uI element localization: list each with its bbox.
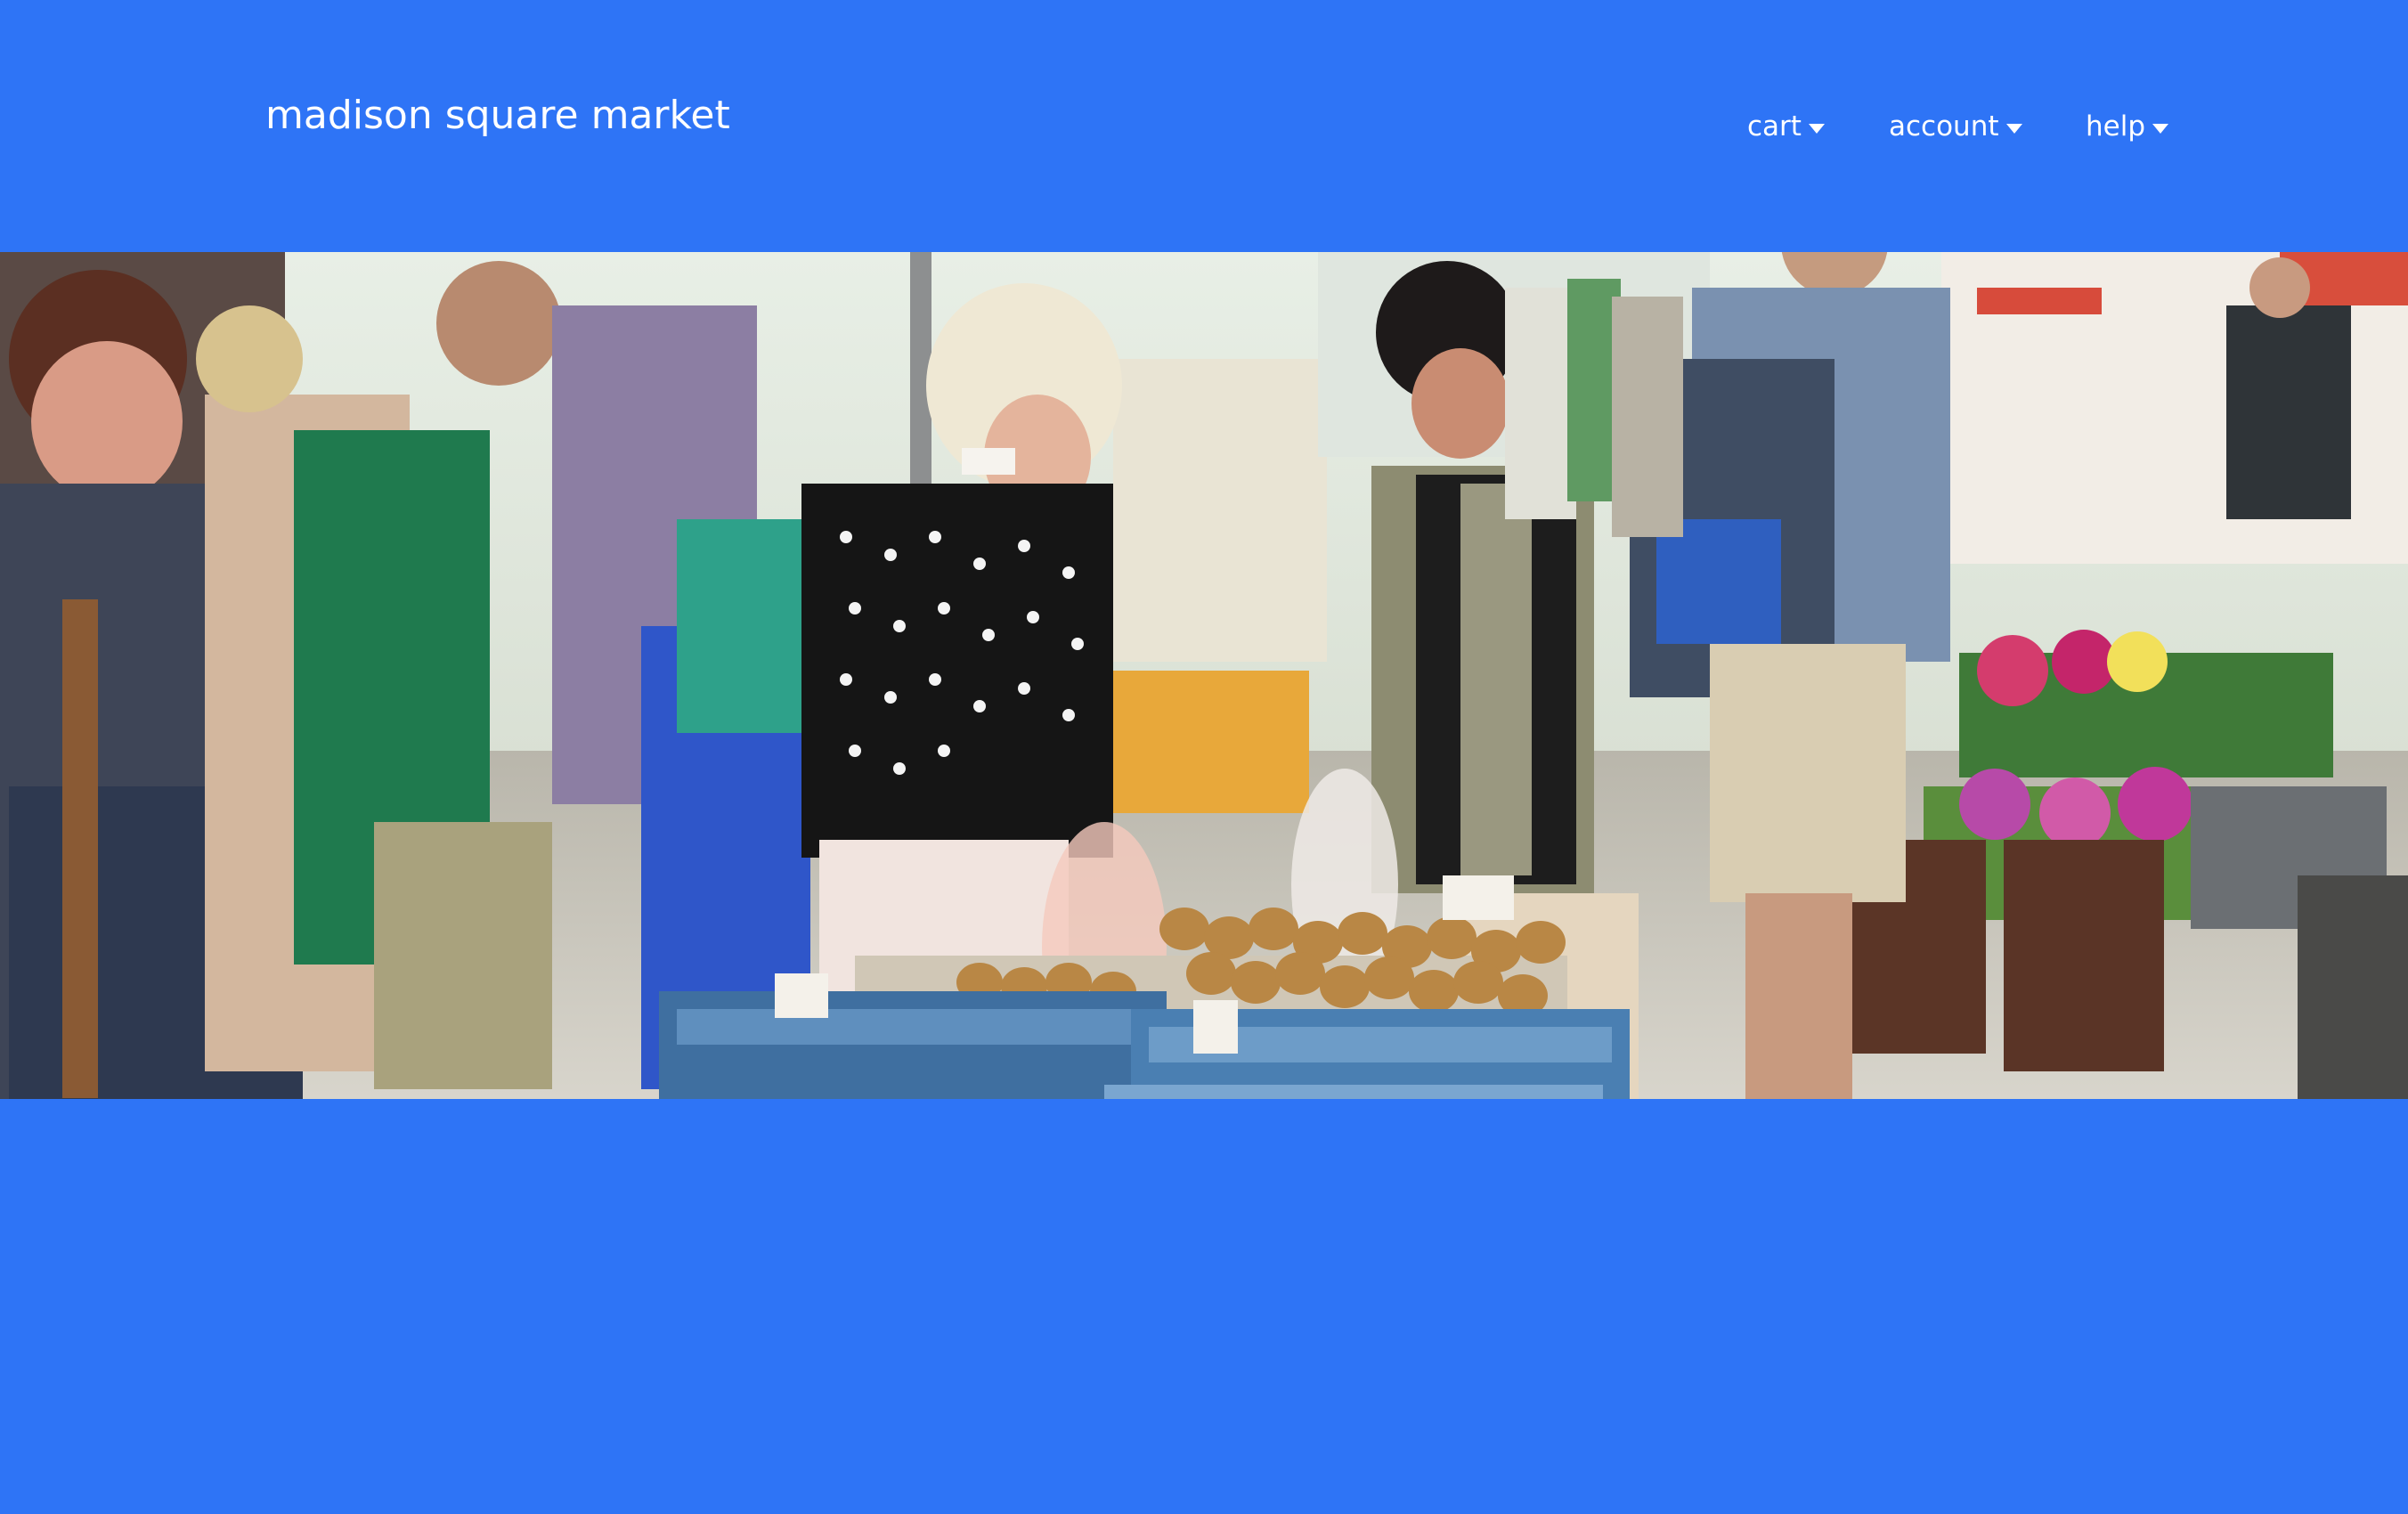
- nav-help-label: help: [2086, 110, 2146, 142]
- nav-help-dropdown[interactable]: help: [2086, 98, 2169, 155]
- nav-account-dropdown[interactable]: account: [1889, 98, 2022, 155]
- nav-cart-dropdown[interactable]: cart: [1747, 98, 1825, 155]
- page-background: [0, 1099, 2408, 1514]
- market-photo: [0, 252, 2408, 1099]
- caret-down-icon: [2005, 123, 2022, 134]
- site-title[interactable]: madison square market: [265, 87, 730, 144]
- hero-image: [0, 252, 2408, 1099]
- caret-down-icon: [1808, 123, 1825, 134]
- caret-down-icon: [2152, 123, 2169, 134]
- nav-account-label: account: [1889, 110, 1999, 142]
- nav-cart-label: cart: [1747, 110, 1802, 142]
- site-header: madison square market cart account help: [0, 0, 2408, 252]
